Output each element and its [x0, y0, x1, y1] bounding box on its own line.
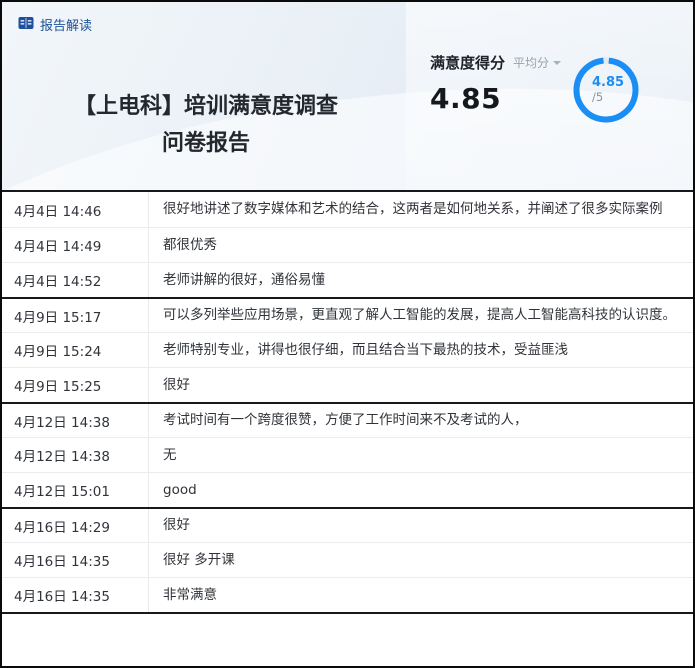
average-selector-label: 平均分 [513, 54, 549, 71]
row-time: 4月9日 15:24 [2, 333, 149, 367]
table-row: 4月12日 14:38 无 [2, 437, 693, 472]
report-guide-label[interactable]: 报告解读 [40, 15, 92, 34]
row-time: 4月16日 14:35 [2, 578, 149, 612]
gauge-max: /5 [592, 91, 603, 105]
table-row: 4月9日 15:24 老师特别专业，讲得也很仔细，而且结合当下最热的技术，受益匪… [2, 332, 693, 367]
table-row: 4月16日 14:35 很好 多开课 [2, 542, 693, 577]
survey-report-page: 报告解读 【上电科】培训满意度调查 问卷报告 满意度得分 平均分 4.85 [0, 0, 695, 668]
gauge-value: 4.85 [592, 75, 624, 91]
comment-table: 4月4日 14:46 很好地讲述了数字媒体和艺术的结合，这两者是如何地关系，并阐… [2, 190, 693, 614]
gauge-text: 4.85 /5 [573, 57, 639, 123]
next-row-partial [2, 614, 693, 619]
caret-down-icon [553, 61, 561, 69]
survey-title: 【上电科】培训满意度调查 问卷报告 [2, 88, 410, 162]
row-comment: 很好地讲述了数字媒体和艺术的结合，这两者是如何地关系，并阐述了很多实际案例 [149, 192, 693, 227]
row-comment: good [149, 473, 693, 507]
row-time: 4月12日 14:38 [2, 404, 149, 437]
table-row: 4月9日 15:17 可以多列举些应用场景，更直观了解人工智能的发展，提高人工智… [2, 297, 693, 332]
score-gauge: 4.85 /5 [573, 57, 639, 123]
book-icon [18, 15, 34, 34]
table-row: 4月9日 15:25 很好 [2, 367, 693, 402]
row-comment: 很好 [149, 509, 693, 542]
row-time: 4月16日 14:29 [2, 509, 149, 542]
row-comment: 非常满意 [149, 578, 693, 612]
average-selector[interactable]: 平均分 [513, 54, 561, 71]
table-row: 4月4日 14:49 都很优秀 [2, 227, 693, 262]
report-header: 报告解读 【上电科】培训满意度调查 问卷报告 满意度得分 平均分 4.85 [2, 2, 693, 190]
table-row: 4月16日 14:35 非常满意 [2, 577, 693, 612]
survey-title-line2: 问卷报告 [2, 125, 410, 162]
row-comment: 很好 [149, 368, 693, 402]
row-comment: 无 [149, 438, 693, 472]
row-time: 4月12日 15:01 [2, 473, 149, 507]
row-comment: 很好 多开课 [149, 543, 693, 577]
row-time: 4月12日 14:38 [2, 438, 149, 472]
survey-title-line1: 【上电科】培训满意度调查 [2, 88, 410, 125]
row-time: 4月4日 14:49 [2, 228, 149, 262]
row-time: 4月9日 15:17 [2, 299, 149, 332]
row-time: 4月16日 14:35 [2, 543, 149, 577]
row-comment: 都很优秀 [149, 228, 693, 262]
row-comment: 考试时间有一个跨度很赞，方便了工作时间来不及考试的人， [149, 404, 693, 437]
score-label: 满意度得分 [430, 52, 505, 73]
row-comment: 老师特别专业，讲得也很仔细，而且结合当下最热的技术，受益匪浅 [149, 333, 693, 367]
table-row: 4月12日 15:01 good [2, 472, 693, 507]
table-row: 4月4日 14:52 老师讲解的很好，通俗易懂 [2, 262, 693, 297]
report-guide-link[interactable]: 报告解读 [18, 15, 92, 34]
row-comment: 老师讲解的很好，通俗易懂 [149, 263, 693, 297]
row-time: 4月9日 15:25 [2, 368, 149, 402]
score-panel: 满意度得分 平均分 4.85 4.85 /5 [406, 2, 693, 190]
score-value: 4.85 [430, 82, 693, 115]
table-row: 4月12日 14:38 考试时间有一个跨度很赞，方便了工作时间来不及考试的人， [2, 402, 693, 437]
table-row: 4月4日 14:46 很好地讲述了数字媒体和艺术的结合，这两者是如何地关系，并阐… [2, 192, 693, 227]
row-time: 4月4日 14:46 [2, 192, 149, 227]
table-row: 4月16日 14:29 很好 [2, 507, 693, 542]
row-time: 4月4日 14:52 [2, 263, 149, 297]
row-comment: 可以多列举些应用场景，更直观了解人工智能的发展，提高人工智能高科技的认识度。 [149, 299, 693, 332]
